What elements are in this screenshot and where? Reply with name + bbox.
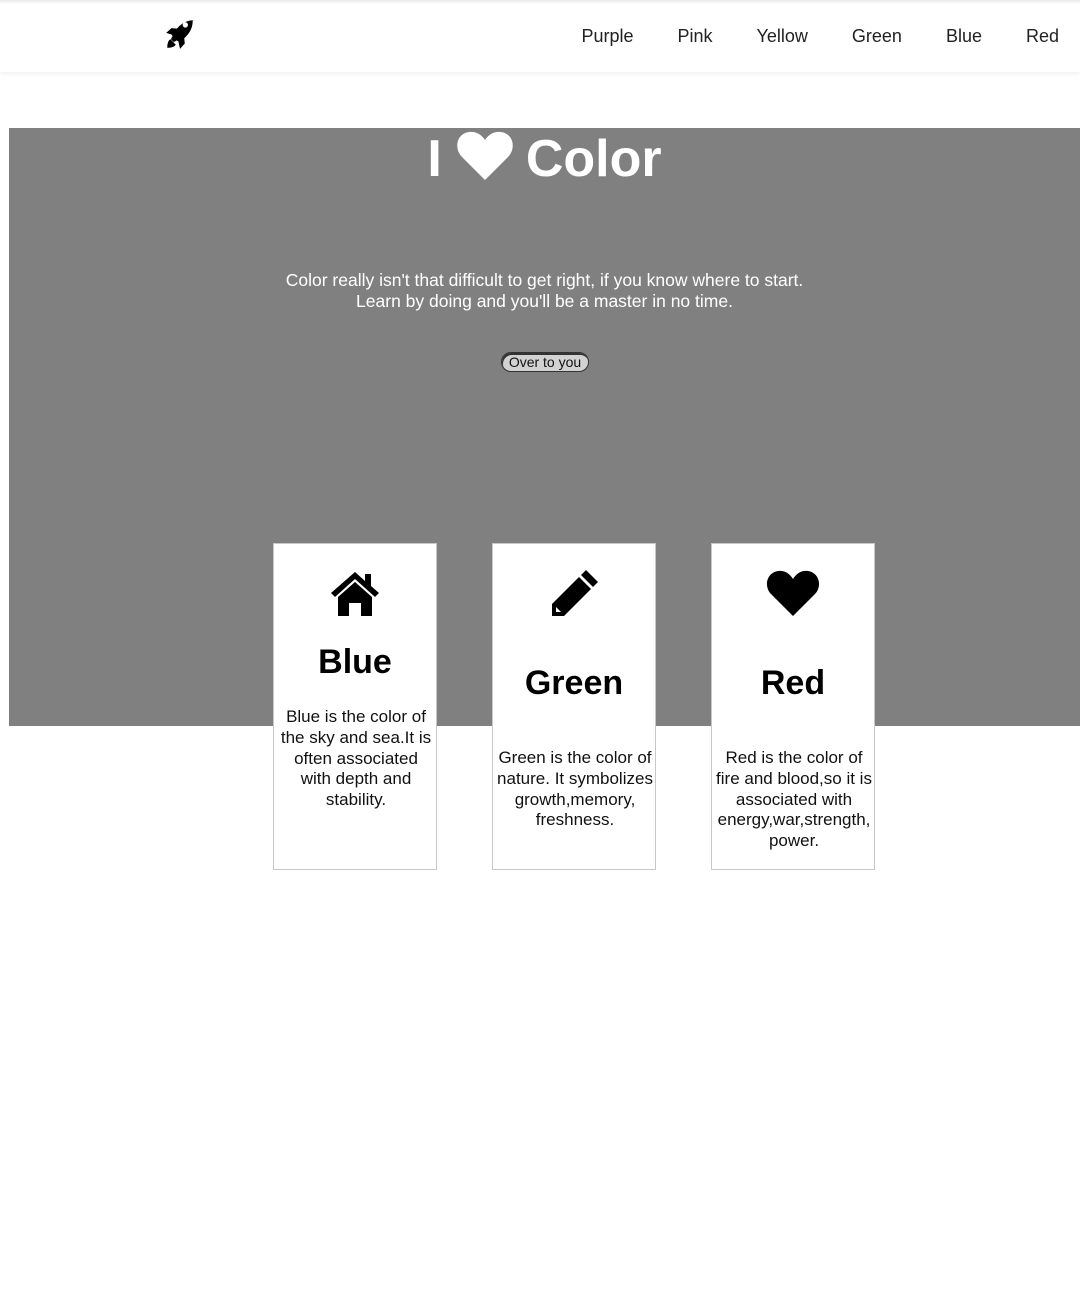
nav-link-green[interactable]: Green (852, 24, 902, 48)
card-title: Green (524, 664, 624, 702)
card-description: Green is the color of nature. It symboli… (497, 748, 653, 830)
card-title: Red (760, 664, 826, 702)
color-card-red: Red Red is the color of fire and blood,s… (711, 543, 875, 870)
nav-link-purple[interactable]: Purple (581, 24, 633, 48)
card-description: Blue is the color of the sky and sea.It … (280, 707, 432, 810)
nav-link-red[interactable]: Red (1026, 24, 1059, 48)
home-icon (331, 572, 379, 616)
hero-title: I Color (9, 128, 1080, 190)
hero-subtitle-line-2: Learn by doing and you'll be a master in… (356, 291, 733, 311)
pencil-icon (552, 570, 598, 616)
heart-icon (457, 131, 513, 180)
top-navbar: Purple Pink Yellow Green Blue Red (0, 0, 1080, 72)
hero-title-right: Color (525, 130, 662, 188)
color-card-green: Green Green is the color of nature. It s… (492, 543, 656, 870)
heart-icon (766, 570, 820, 616)
card-description: Red is the color of fire and blood,so it… (716, 748, 872, 851)
over-to-you-button[interactable]: Over to you (501, 352, 589, 372)
nav-link-yellow[interactable]: Yellow (757, 24, 808, 48)
main-nav: Purple Pink Yellow Green Blue Red (581, 24, 1059, 48)
nav-link-blue[interactable]: Blue (946, 24, 982, 48)
hero-title-left: I (427, 130, 442, 188)
hero-subtitle: Color really isn't that difficult to get… (9, 270, 1080, 312)
hero-subtitle-line-1: Color really isn't that difficult to get… (285, 270, 804, 290)
navbar-top-shadow (0, 0, 1080, 4)
rocket-icon[interactable] (163, 18, 197, 52)
color-card-blue: Blue Blue is the color of the sky and se… (273, 543, 437, 870)
card-title: Blue (318, 643, 392, 681)
nav-link-pink[interactable]: Pink (678, 24, 713, 48)
